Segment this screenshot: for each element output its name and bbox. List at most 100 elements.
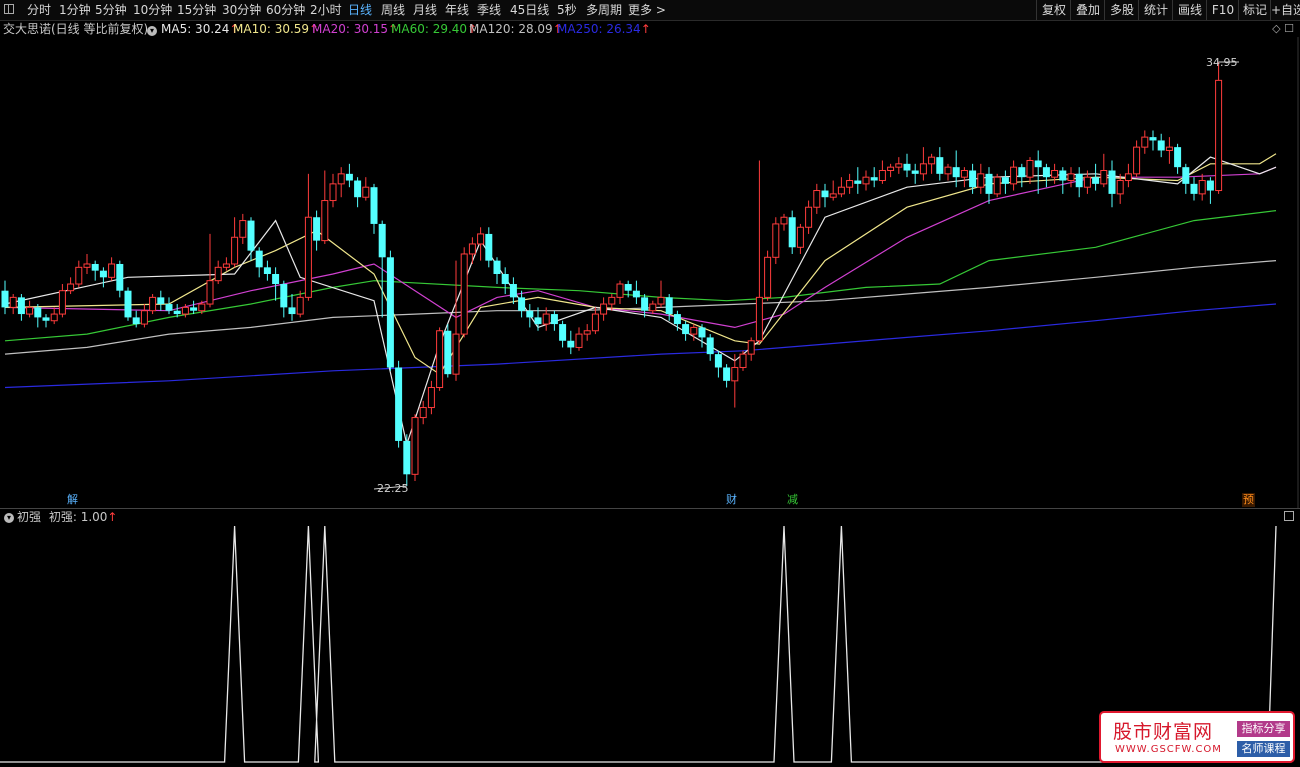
candle-body — [534, 317, 542, 325]
candle-body — [969, 170, 977, 188]
period-tab-8[interactable]: 日线 — [348, 0, 372, 20]
period-toolbar: 分时 1分钟 5分钟 10分钟 15分钟 30分钟 60分钟 2小时 日线 周线 月线 年线 季线 45日… — [0, 0, 1300, 21]
candle-body — [1190, 183, 1198, 194]
period-tab-0[interactable]: 分时 — [27, 0, 51, 20]
candle-body — [559, 324, 567, 341]
candle-body — [1034, 160, 1042, 168]
candle-body — [280, 284, 288, 308]
toolbar-button-7[interactable]: +自选 — [1270, 0, 1300, 20]
legend-ma-label: MA250: 26.34 — [557, 22, 641, 36]
candle-body — [600, 303, 608, 315]
candle-body — [198, 303, 206, 312]
candle-body — [1026, 159, 1034, 178]
watermark-url: WWW.GSCFW.COM — [1115, 744, 1222, 755]
candle-body — [673, 314, 681, 325]
candle-body — [263, 267, 271, 274]
period-tab-11[interactable]: 年线 — [445, 0, 469, 20]
toolbar-button-2[interactable]: 多股 — [1104, 0, 1139, 20]
period-tab-2[interactable]: 5分钟 — [95, 0, 127, 20]
candle-body — [17, 297, 25, 315]
period-tab-10[interactable]: 月线 — [413, 0, 437, 20]
candle-body — [837, 186, 845, 195]
period-tab-3[interactable]: 10分钟 — [133, 0, 172, 20]
candle-body — [132, 317, 140, 325]
candle-body — [509, 284, 517, 298]
candle-body — [337, 173, 345, 185]
legend-ma-3: MA60: 29.40↑ — [391, 21, 477, 37]
candle-body — [239, 220, 247, 238]
watermark-logo: 股市财富网 WWW.GSCFW.COM 指标分享 名师课程 — [1099, 711, 1295, 763]
candle-body — [542, 313, 550, 325]
period-tab-9[interactable]: 周线 — [381, 0, 405, 20]
candle-body — [403, 440, 411, 475]
chart-corner-icons[interactable]: ◇ ☐ — [1272, 22, 1294, 35]
event-tag-2[interactable]: 减 — [786, 493, 799, 507]
legend-settings-icon[interactable]: ▾ — [147, 22, 157, 38]
candle-body — [26, 306, 34, 315]
candle-body — [1018, 167, 1026, 178]
candle-body — [911, 170, 919, 174]
period-tab-16[interactable]: 更多 > — [628, 0, 666, 20]
candle-body — [698, 327, 706, 338]
candle-body — [272, 274, 280, 285]
candle-body — [485, 233, 493, 261]
candle-body — [1141, 136, 1149, 148]
candle-body — [149, 296, 157, 312]
candle-body — [1182, 167, 1190, 184]
candle-body — [477, 233, 485, 245]
period-tab-7[interactable]: 2小时 — [310, 0, 342, 20]
candle-body — [903, 163, 911, 171]
candle-body — [296, 296, 304, 315]
candle-body — [641, 297, 649, 311]
candle-body — [108, 263, 116, 278]
legend-ma-label: MA5: 30.24 — [161, 22, 230, 36]
period-tab-5[interactable]: 30分钟 — [222, 0, 261, 20]
candle-body — [222, 263, 230, 268]
legend-ma-1: MA10: 30.59↑ — [233, 21, 319, 37]
toolbar-button-0[interactable]: 复权 — [1036, 0, 1071, 20]
candle-body — [1174, 147, 1182, 168]
candle-body — [1198, 180, 1206, 195]
event-tag-3[interactable]: 预 — [1242, 493, 1255, 507]
candle-body — [1165, 146, 1173, 151]
legend-ma-0: MA5: 30.24↑ — [161, 21, 239, 37]
toolbar-button-4[interactable]: 画线 — [1172, 0, 1207, 20]
candle-body — [1075, 173, 1083, 188]
period-tab-12[interactable]: 季线 — [477, 0, 501, 20]
period-tab-14[interactable]: 5秒 — [557, 0, 577, 20]
candle-body — [1149, 137, 1157, 141]
candle-body — [583, 330, 591, 335]
toolbar-button-6[interactable]: 标记 — [1238, 0, 1271, 20]
candle-body — [436, 330, 444, 389]
period-tab-6[interactable]: 60分钟 — [266, 0, 305, 20]
candle-body — [723, 367, 731, 381]
legend-ma-4: MA120: 28.09↑ — [469, 21, 563, 37]
toolbar-button-3[interactable]: 统计 — [1138, 0, 1173, 20]
candle-body — [354, 180, 362, 198]
candle-body — [362, 186, 370, 198]
candle-body — [985, 173, 993, 194]
candle-body — [919, 163, 927, 175]
candle-body — [960, 170, 968, 178]
toolbar-button-1[interactable]: 叠加 — [1070, 0, 1105, 20]
candle-body — [665, 297, 673, 315]
candle-body — [682, 324, 690, 335]
watermark-badge-course: 名师课程 — [1237, 741, 1290, 757]
candle-body — [1083, 176, 1091, 188]
layout-icon[interactable] — [4, 4, 14, 14]
candle-body — [862, 176, 870, 185]
event-tag-1[interactable]: 财 — [725, 493, 738, 507]
event-tag-0[interactable]: 解 — [66, 493, 79, 507]
period-tab-1[interactable]: 1分钟 — [59, 0, 91, 20]
candle-body — [34, 307, 42, 318]
kline-chart[interactable]: 34.9522.25 — [0, 37, 1300, 508]
candle-body — [190, 307, 198, 311]
candle-body — [887, 166, 895, 172]
candle-body — [67, 283, 75, 292]
candle-body — [928, 156, 936, 165]
toolbar-button-5[interactable]: F10 — [1206, 0, 1239, 20]
candle-body — [313, 217, 321, 241]
period-tab-4[interactable]: 15分钟 — [177, 0, 216, 20]
period-tab-15[interactable]: 多周期 — [586, 0, 622, 20]
period-tab-13[interactable]: 45日线 — [510, 0, 549, 20]
